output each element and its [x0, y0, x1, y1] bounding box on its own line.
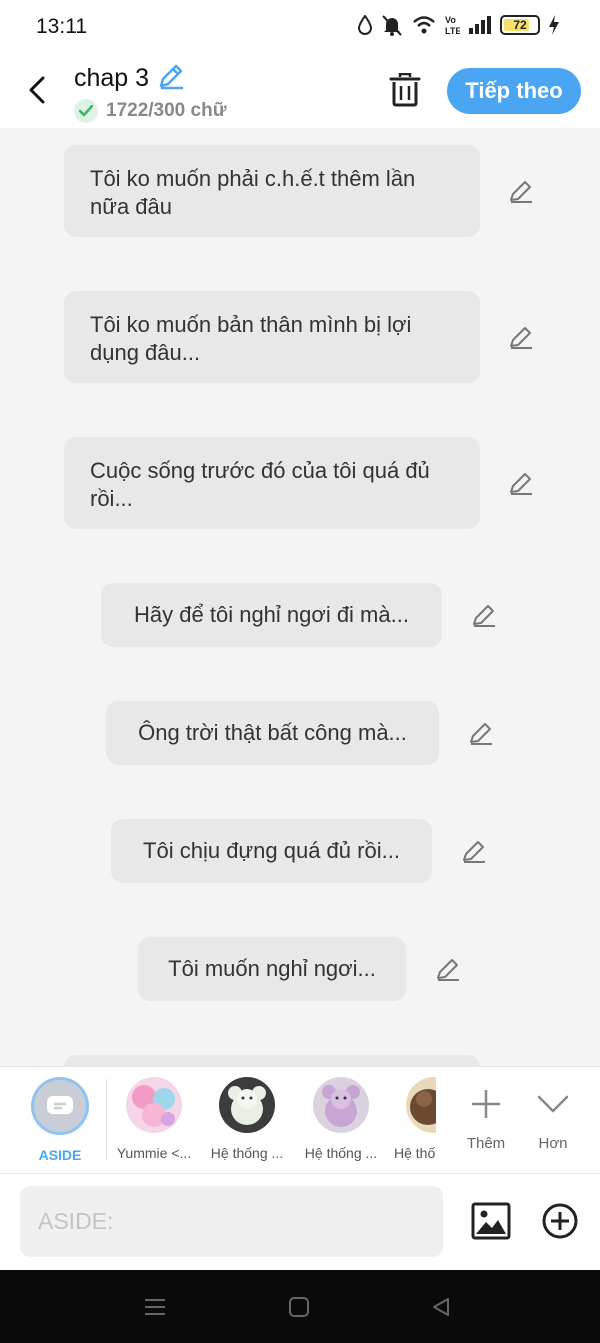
system-nav-bar	[0, 1270, 600, 1343]
battery-icon: 72	[500, 15, 540, 35]
back-button[interactable]	[20, 68, 54, 112]
next-button[interactable]: Tiếp theo	[447, 68, 581, 114]
add-button[interactable]	[539, 1200, 581, 1242]
character-aside[interactable]: ASIDE	[20, 1077, 100, 1163]
status-icons: Vo LTE 72	[358, 14, 560, 36]
water-drop-icon	[358, 15, 372, 35]
insert-image-button[interactable]	[470, 1200, 512, 1242]
svg-text:LTE: LTE	[445, 26, 460, 36]
message-bubble[interactable]: Cuộc sống trước đó của tôi quá đủ rồi...	[64, 437, 480, 529]
avatar	[126, 1077, 182, 1133]
signal-icon	[468, 15, 492, 35]
edit-message-icon[interactable]	[433, 954, 463, 984]
message-bubble[interactable]: Hãy để tôi nghỉ ngơi đi mà...	[101, 583, 442, 647]
volte-icon: Vo LTE	[444, 14, 460, 36]
delete-button[interactable]	[386, 70, 424, 110]
character-he-thong-1[interactable]: Hệ thống ...	[207, 1077, 287, 1161]
character-label: Hệ thống ...	[210, 1145, 284, 1161]
message-icon	[31, 1077, 89, 1135]
message-bubble[interactable]: Tôi ko muốn phải c.h.ế.t thêm lần nữa đâ…	[64, 145, 480, 237]
character-bar: ASIDE Yummie <... Hệ thống ... Hệ thống …	[0, 1066, 600, 1174]
header: chap 3 1722/300 chữ Tiếp theo	[0, 54, 600, 128]
collapse-button[interactable]: Hơn	[523, 1081, 583, 1152]
battery-level: 72	[513, 18, 527, 32]
page-title: chap 3	[74, 64, 150, 92]
image-icon	[471, 1202, 511, 1240]
check-icon	[74, 99, 98, 123]
character-yummie[interactable]: Yummie <...	[114, 1077, 194, 1161]
word-count: 1722/300 chữ	[106, 100, 227, 121]
message-bubble[interactable]	[64, 1055, 480, 1066]
message-text: Tôi muốn nghỉ ngơi...	[168, 956, 376, 981]
message-text: Hãy để tôi nghỉ ngơi đi mà...	[134, 602, 409, 627]
title-block: chap 3 1722/300 chữ	[74, 62, 226, 123]
plus-icon	[456, 1081, 516, 1127]
svg-text:Vo: Vo	[445, 15, 456, 25]
edit-message-icon[interactable]	[466, 718, 496, 748]
character-label: Hệ thố	[394, 1145, 436, 1161]
status-bar: 13:11 Vo LTE 72	[0, 0, 600, 54]
message-text: Tôi chịu đựng quá đủ rồi...	[143, 838, 400, 863]
divider	[106, 1079, 107, 1159]
plus-circle-icon	[542, 1203, 578, 1239]
message-text: Cuộc sống trước đó của tôi quá đủ rồi...	[90, 458, 430, 511]
trash-icon	[389, 73, 421, 107]
avatar	[406, 1077, 436, 1133]
mute-icon	[380, 14, 404, 36]
menu-icon[interactable]	[142, 1294, 168, 1320]
message-bubble[interactable]: Tôi ko muốn bản thân mình bị lợi dụng đâ…	[64, 291, 480, 383]
back-nav-icon[interactable]	[428, 1294, 454, 1320]
message-input[interactable]	[20, 1186, 443, 1257]
character-label: Yummie <...	[116, 1145, 192, 1161]
home-icon[interactable]	[286, 1294, 312, 1320]
message-bubble[interactable]: Tôi muốn nghỉ ngơi...	[138, 937, 406, 1001]
edit-message-icon[interactable]	[506, 176, 536, 206]
edit-message-icon[interactable]	[506, 322, 536, 352]
more-button[interactable]: Thêm	[456, 1081, 516, 1152]
message-text: Tôi ko muốn phải c.h.ế.t thêm lần nữa đâ…	[90, 166, 416, 219]
chevron-left-icon	[29, 76, 45, 104]
message-bubble[interactable]: Tôi chịu đựng quá đủ rồi...	[111, 819, 432, 883]
wifi-icon	[412, 15, 436, 35]
edit-title-icon[interactable]	[157, 62, 185, 95]
avatar	[313, 1077, 369, 1133]
collapse-label: Hơn	[538, 1135, 568, 1152]
character-label: Hệ thống ...	[304, 1145, 378, 1161]
charging-icon	[548, 14, 560, 36]
message-bubble[interactable]: Ông trời thật bất công mà...	[106, 701, 439, 765]
more-label: Thêm	[466, 1135, 506, 1152]
edit-message-icon[interactable]	[506, 468, 536, 498]
edit-message-icon[interactable]	[459, 836, 489, 866]
character-he-thong-3[interactable]: Hệ thố	[394, 1077, 436, 1161]
status-time: 13:11	[36, 15, 87, 38]
character-he-thong-2[interactable]: Hệ thống ...	[301, 1077, 381, 1161]
edit-message-icon[interactable]	[469, 600, 499, 630]
character-label: ASIDE	[38, 1147, 82, 1163]
message-text: Tôi ko muốn bản thân mình bị lợi dụng đâ…	[90, 312, 412, 365]
message-list: Tôi ko muốn phải c.h.ế.t thêm lần nữa đâ…	[0, 128, 600, 1066]
composer	[0, 1174, 600, 1270]
avatar	[219, 1077, 275, 1133]
message-text: Ông trời thật bất công mà...	[138, 720, 407, 745]
chevron-down-icon	[523, 1081, 583, 1127]
